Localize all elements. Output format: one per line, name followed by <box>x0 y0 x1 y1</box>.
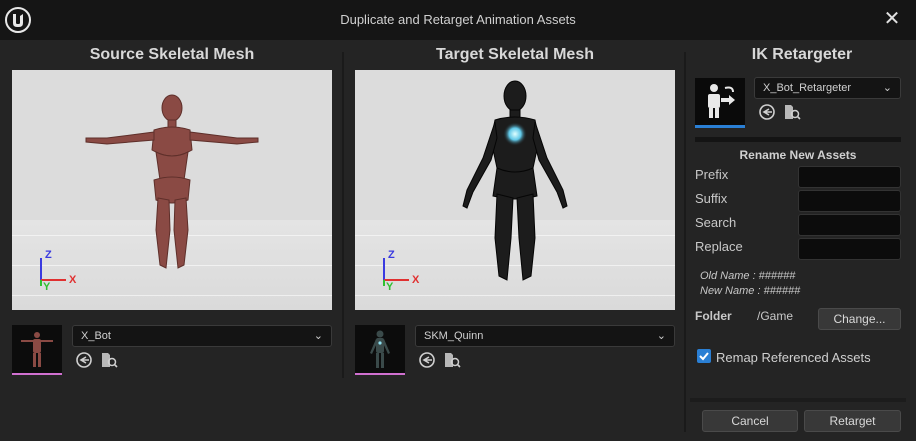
axis-gizmo: Z X Y <box>36 249 86 296</box>
source-mannequin-image <box>85 94 259 269</box>
chevron-down-icon: ⌄ <box>656 330 666 342</box>
browse-asset-icon[interactable] <box>100 351 118 369</box>
ik-retargeter-name: X_Bot_Retargeter <box>763 82 852 94</box>
axis-gizmo: Z X Y <box>379 249 429 296</box>
new-name-preview: New Name : ###### <box>700 285 801 297</box>
source-mesh-dropdown[interactable]: X_Bot ⌄ <box>72 325 332 347</box>
search-input[interactable] <box>798 214 901 236</box>
search-label: Search <box>695 215 737 230</box>
chevron-down-icon: ⌄ <box>882 82 892 94</box>
target-title: Target Skeletal Mesh <box>436 46 594 63</box>
retarget-person-icon <box>708 84 735 118</box>
panel-divider <box>684 52 686 432</box>
title-bar: Duplicate and Retarget Animation Assets … <box>0 0 916 40</box>
browse-asset-icon[interactable] <box>783 103 801 121</box>
retarget-button[interactable]: Retarget <box>804 410 901 432</box>
folder-path: /Game <box>757 309 794 323</box>
replace-input[interactable] <box>798 238 901 260</box>
prefix-label: Prefix <box>695 167 729 182</box>
panel-divider <box>342 52 344 378</box>
checkmark-icon <box>699 352 709 361</box>
ik-retargeter-dropdown[interactable]: X_Bot_Retargeter ⌄ <box>754 77 901 99</box>
chevron-down-icon: ⌄ <box>313 330 323 342</box>
close-icon[interactable]: ✕ <box>882 9 902 29</box>
rename-section-title: Rename New Assets <box>739 148 857 162</box>
window-title: Duplicate and Retarget Animation Assets <box>340 12 576 27</box>
axis-x-label: X <box>412 274 420 286</box>
source-viewport[interactable]: Z X Y <box>12 70 332 310</box>
remap-label: Remap Referenced Assets <box>716 350 871 365</box>
replace-label: Replace <box>695 239 743 254</box>
prefix-input[interactable] <box>798 166 901 188</box>
ik-retargeter-title: IK Retargeter <box>751 46 853 63</box>
target-mesh-thumbnail[interactable] <box>355 325 405 375</box>
change-folder-button[interactable]: Change... <box>818 308 901 330</box>
axis-z-label: Z <box>388 249 395 261</box>
source-mesh-thumbnail[interactable] <box>12 325 62 375</box>
target-mesh-dropdown[interactable]: SKM_Quinn ⌄ <box>415 325 675 347</box>
target-mannequin-image <box>462 80 568 281</box>
axis-x-label: X <box>69 274 77 286</box>
folder-label: Folder <box>695 309 732 323</box>
target-viewport[interactable]: Z X Y <box>355 70 675 310</box>
target-thumb-figure-icon <box>370 330 390 368</box>
source-mesh-name: X_Bot <box>81 330 111 342</box>
target-mesh-name: SKM_Quinn <box>424 330 484 342</box>
suffix-input[interactable] <box>798 190 901 212</box>
browse-asset-icon[interactable] <box>443 351 461 369</box>
cancel-button[interactable]: Cancel <box>702 410 798 432</box>
axis-y-label: Y <box>43 281 51 293</box>
old-name-preview: Old Name : ###### <box>700 270 796 282</box>
use-selected-asset-icon[interactable] <box>418 351 436 369</box>
footer-separator <box>690 398 906 402</box>
section-separator <box>695 137 901 142</box>
source-title: Source Skeletal Mesh <box>89 46 255 63</box>
use-selected-asset-icon[interactable] <box>758 103 776 121</box>
use-selected-asset-icon[interactable] <box>75 351 93 369</box>
source-thumb-figure-icon <box>21 332 53 367</box>
suffix-label: Suffix <box>695 191 728 206</box>
axis-z-label: Z <box>45 249 52 261</box>
axis-y-label: Y <box>386 281 394 293</box>
ik-retargeter-thumbnail[interactable] <box>695 78 745 128</box>
remap-checkbox[interactable] <box>697 349 711 363</box>
